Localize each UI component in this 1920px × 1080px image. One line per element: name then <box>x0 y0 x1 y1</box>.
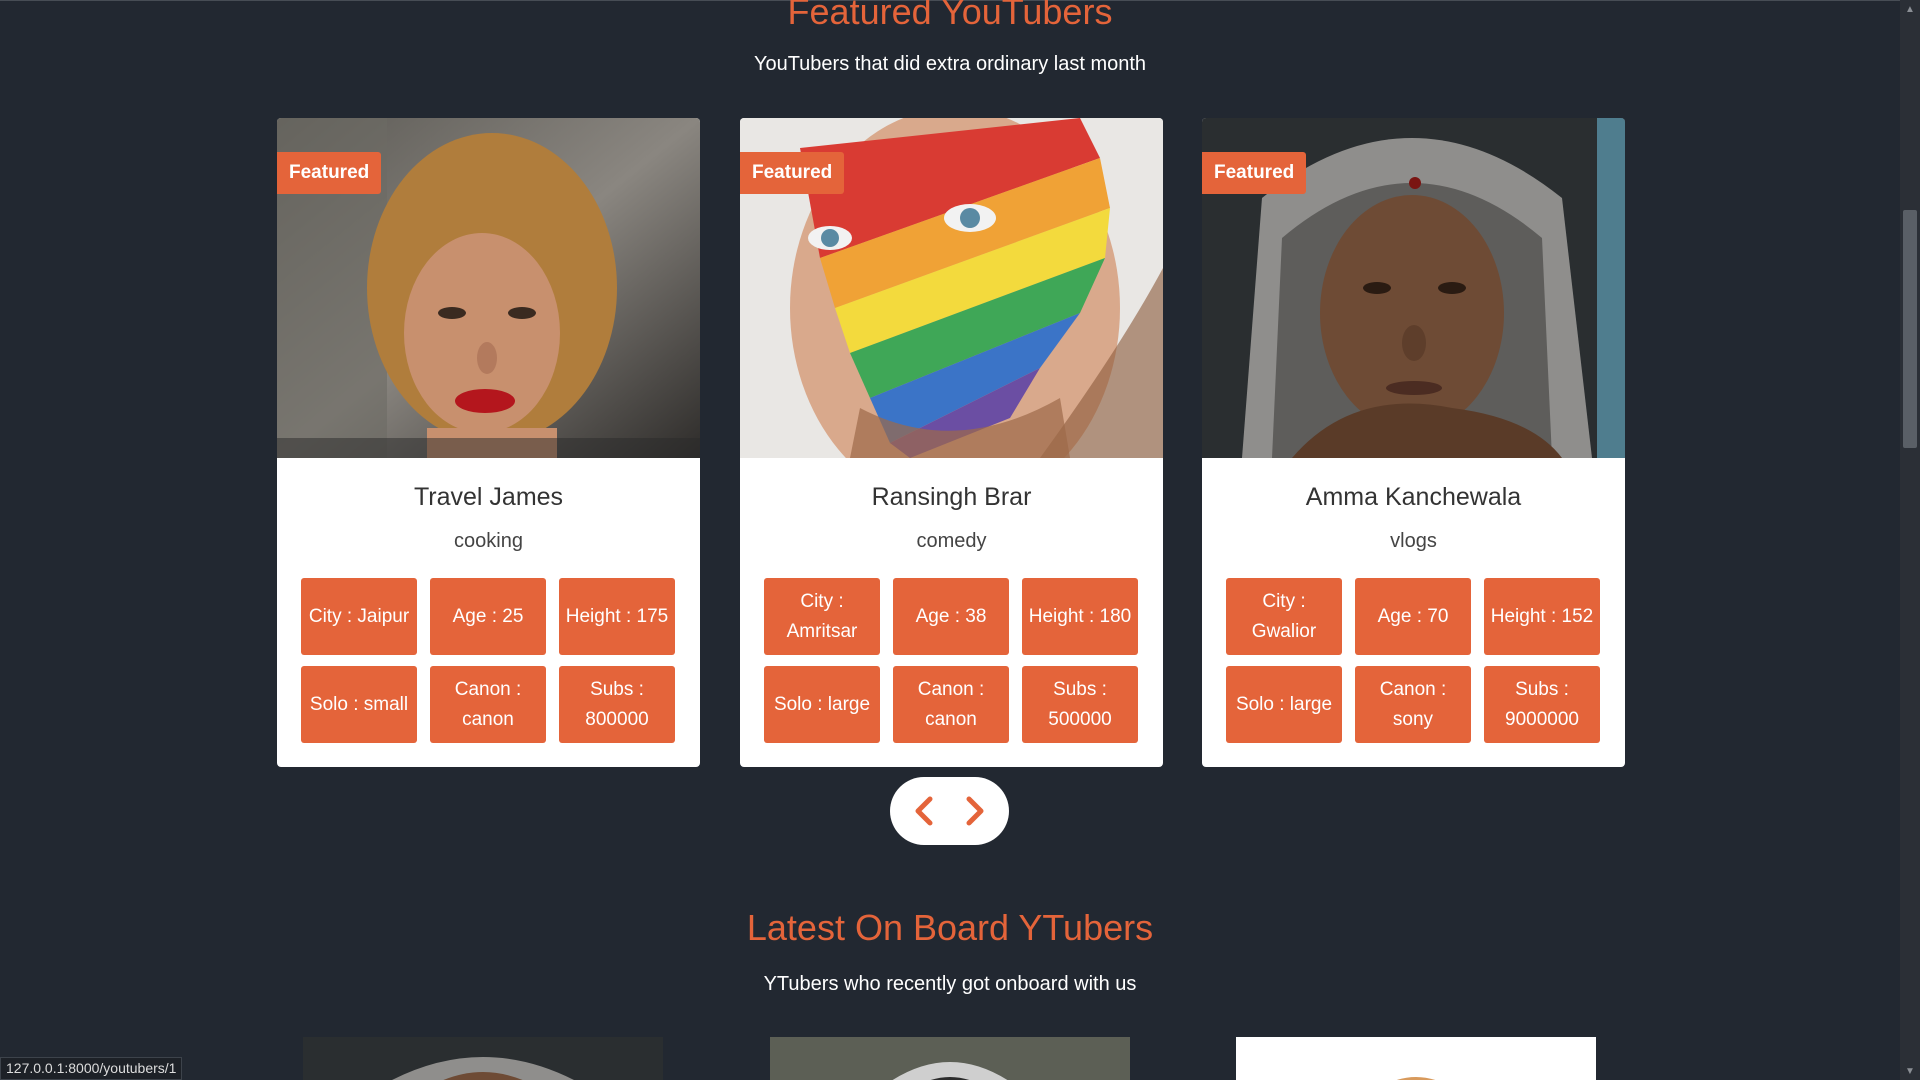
stat-subs: Subs : 9000000 <box>1484 666 1600 743</box>
page-scrollbar[interactable]: ▲ ▼ <box>1900 0 1920 1080</box>
featured-badge: Featured <box>1202 152 1307 194</box>
stat-solo: Solo : large <box>1226 666 1342 743</box>
youtuber-name[interactable]: Travel James <box>277 482 700 512</box>
stat-city: City : Amritsar <box>764 578 880 655</box>
carousel-prev-button[interactable] <box>908 795 940 827</box>
youtuber-category: cooking <box>454 530 523 552</box>
chevron-right-icon <box>966 796 984 826</box>
featured-section-subtitle: YouTubers that did extra ordinary last m… <box>753 53 1147 75</box>
stat-solo: Solo : large <box>764 666 880 743</box>
stat-age: Age : 70 <box>1355 578 1471 655</box>
featured-section-title: Featured YouTubers <box>787 0 1113 32</box>
scrollbar-thumb[interactable] <box>1903 210 1917 448</box>
youtuber-category: vlogs <box>1390 530 1437 552</box>
scroll-down-icon[interactable]: ▼ <box>1900 1062 1920 1080</box>
portrait-photo-elderly-woman-headscarf <box>303 1037 663 1080</box>
carousel-next-button[interactable] <box>959 795 991 827</box>
portrait-photo-bald-man <box>1236 1037 1596 1080</box>
stat-subs: Subs : 500000 <box>1022 666 1138 743</box>
stat-age: Age : 25 <box>430 578 546 655</box>
featured-badge: Featured <box>740 152 845 194</box>
stat-camera: Canon : canon <box>893 666 1009 743</box>
stat-city: City : Jaipur <box>301 578 417 655</box>
stat-height: Height : 180 <box>1022 578 1138 655</box>
youtuber-stats: City : Jaipur Age : 25 Height : 175 Solo… <box>301 578 676 743</box>
youtuber-stats: City : Amritsar Age : 38 Height : 180 So… <box>764 578 1139 743</box>
latest-section-title: Latest On Board YTubers <box>746 907 1154 948</box>
scroll-up-icon[interactable]: ▲ <box>1900 0 1920 18</box>
stat-camera: Canon : sony <box>1355 666 1471 743</box>
youtuber-stats: City : Gwalior Age : 70 Height : 152 Sol… <box>1226 578 1601 743</box>
stat-city: City : Gwalior <box>1226 578 1342 655</box>
latest-section-subtitle: YTubers who recently got onboard with us <box>763 973 1137 995</box>
stat-solo: Solo : small <box>301 666 417 743</box>
youtuber-photo[interactable]: Featured <box>1202 118 1625 458</box>
stat-height: Height : 175 <box>559 578 675 655</box>
carousel-nav <box>890 777 1009 845</box>
youtuber-name[interactable]: Ransingh Brar <box>740 482 1163 512</box>
stat-height: Height : 152 <box>1484 578 1600 655</box>
page: Featured YouTubers YouTubers that did ex… <box>0 0 1900 1080</box>
portrait-photo-person-patterned-headscarf <box>770 1037 1130 1080</box>
chevron-left-icon <box>915 796 933 826</box>
youtuber-card-1[interactable]: Featured Travel James cooking City : Jai… <box>277 118 700 767</box>
youtuber-photo[interactable]: Featured <box>277 118 700 458</box>
youtuber-name[interactable]: Amma Kanchewala <box>1202 482 1625 512</box>
stat-age: Age : 38 <box>893 578 1009 655</box>
youtuber-photo[interactable]: Featured <box>740 118 1163 458</box>
stat-camera: Canon : canon <box>430 666 546 743</box>
stat-subs: Subs : 800000 <box>559 666 675 743</box>
latest-youtuber-card-1[interactable] <box>303 1037 663 1080</box>
youtuber-card-2[interactable]: Featured Ransingh Brar comedy City : Amr… <box>740 118 1163 767</box>
featured-badge: Featured <box>277 152 382 194</box>
latest-youtuber-card-3[interactable] <box>1236 1037 1596 1080</box>
youtuber-card-3[interactable]: Featured Amma Kanchewala vlogs City : Gw… <box>1202 118 1625 767</box>
latest-youtuber-card-2[interactable] <box>770 1037 1130 1080</box>
youtuber-category: comedy <box>916 530 987 552</box>
status-bar-url: 127.0.0.1:8000/youtubers/1 <box>0 1057 183 1080</box>
